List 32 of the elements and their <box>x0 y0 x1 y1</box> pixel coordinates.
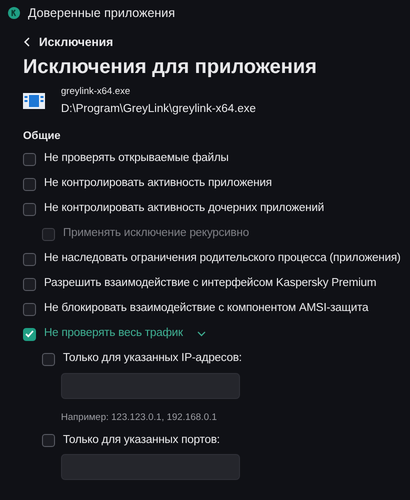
option-label: Только для указанных IP-адресов: <box>63 351 242 366</box>
option-label: Не проверять открываемые файлы <box>44 151 229 166</box>
option-label: Не проверять весь трафик <box>44 326 183 342</box>
input-field[interactable] <box>61 372 240 398</box>
file-path: D:\Program\GreyLink\greylink-x64.exe <box>61 102 256 117</box>
option-label: Разрешить взаимодействие с интерфейсом Kaspersky Premium <box>44 276 376 292</box>
hint-text: Например: 123.123.0.1, 192.168.0.1 <box>61 410 217 424</box>
checkbox[interactable] <box>23 278 36 290</box>
file-name: greylink-x64.exe <box>61 85 132 99</box>
page-heading: Исключения для приложения <box>23 55 318 80</box>
app-logo-icon <box>8 7 20 19</box>
option-label: Не наследовать ограничения родительского процесса (приложения) <box>44 251 401 266</box>
section-heading: Общие <box>23 129 62 144</box>
back-icon <box>23 37 31 47</box>
option-label: Не блокировать взаимодействие с компонентом AMSI-защита <box>44 301 368 316</box>
chevron-icon[interactable] <box>196 331 206 337</box>
checkbox[interactable] <box>23 152 36 166</box>
window-title: Доверенные приложения <box>28 4 176 22</box>
application-file-icon <box>23 93 45 109</box>
checkbox[interactable] <box>23 252 36 266</box>
checkbox[interactable] <box>23 202 36 216</box>
option-label: Только для указанных портов: <box>63 432 220 448</box>
option-label: Не контролировать активность приложения <box>44 176 272 192</box>
checkbox[interactable] <box>42 352 55 366</box>
option-label: Не контролировать активность дочерних приложений <box>44 201 324 216</box>
checkbox[interactable] <box>23 328 36 340</box>
option-label: Применять исключение рекурсивно <box>63 226 249 242</box>
input-field[interactable] <box>61 454 240 480</box>
checkbox[interactable] <box>42 434 55 447</box>
back-link[interactable]: Исключения <box>23 33 114 51</box>
checkbox[interactable] <box>23 178 36 190</box>
checkbox[interactable] <box>23 302 36 316</box>
